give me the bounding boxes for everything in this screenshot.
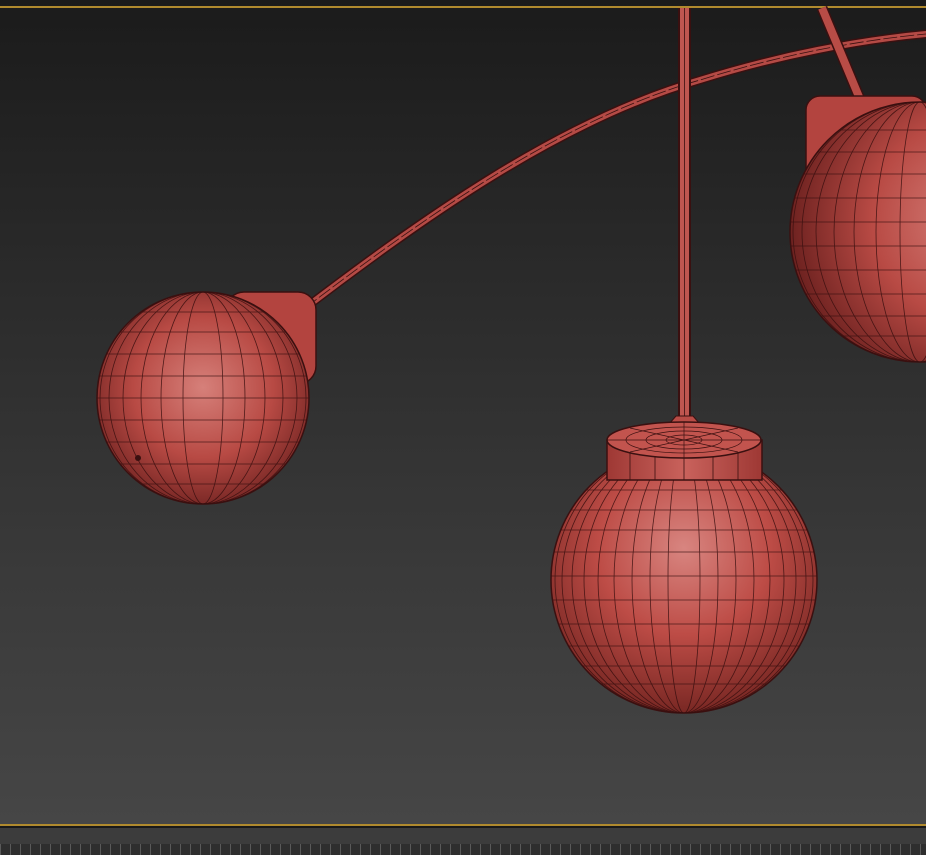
center-pendant-globe[interactable] xyxy=(550,421,818,714)
left-pendant-globe[interactable] xyxy=(96,291,317,505)
right-pendant-globe[interactable] xyxy=(789,95,926,363)
diagonal-rod[interactable] xyxy=(816,5,868,107)
viewport-active-border-bottom xyxy=(0,824,926,826)
perspective-viewport[interactable] xyxy=(0,0,926,826)
max-app-window xyxy=(0,0,926,855)
vertical-rod[interactable] xyxy=(667,8,702,425)
timeline-ticks xyxy=(0,844,926,855)
viewport-scene[interactable] xyxy=(0,0,926,826)
timeline-track-bar[interactable] xyxy=(0,828,926,855)
